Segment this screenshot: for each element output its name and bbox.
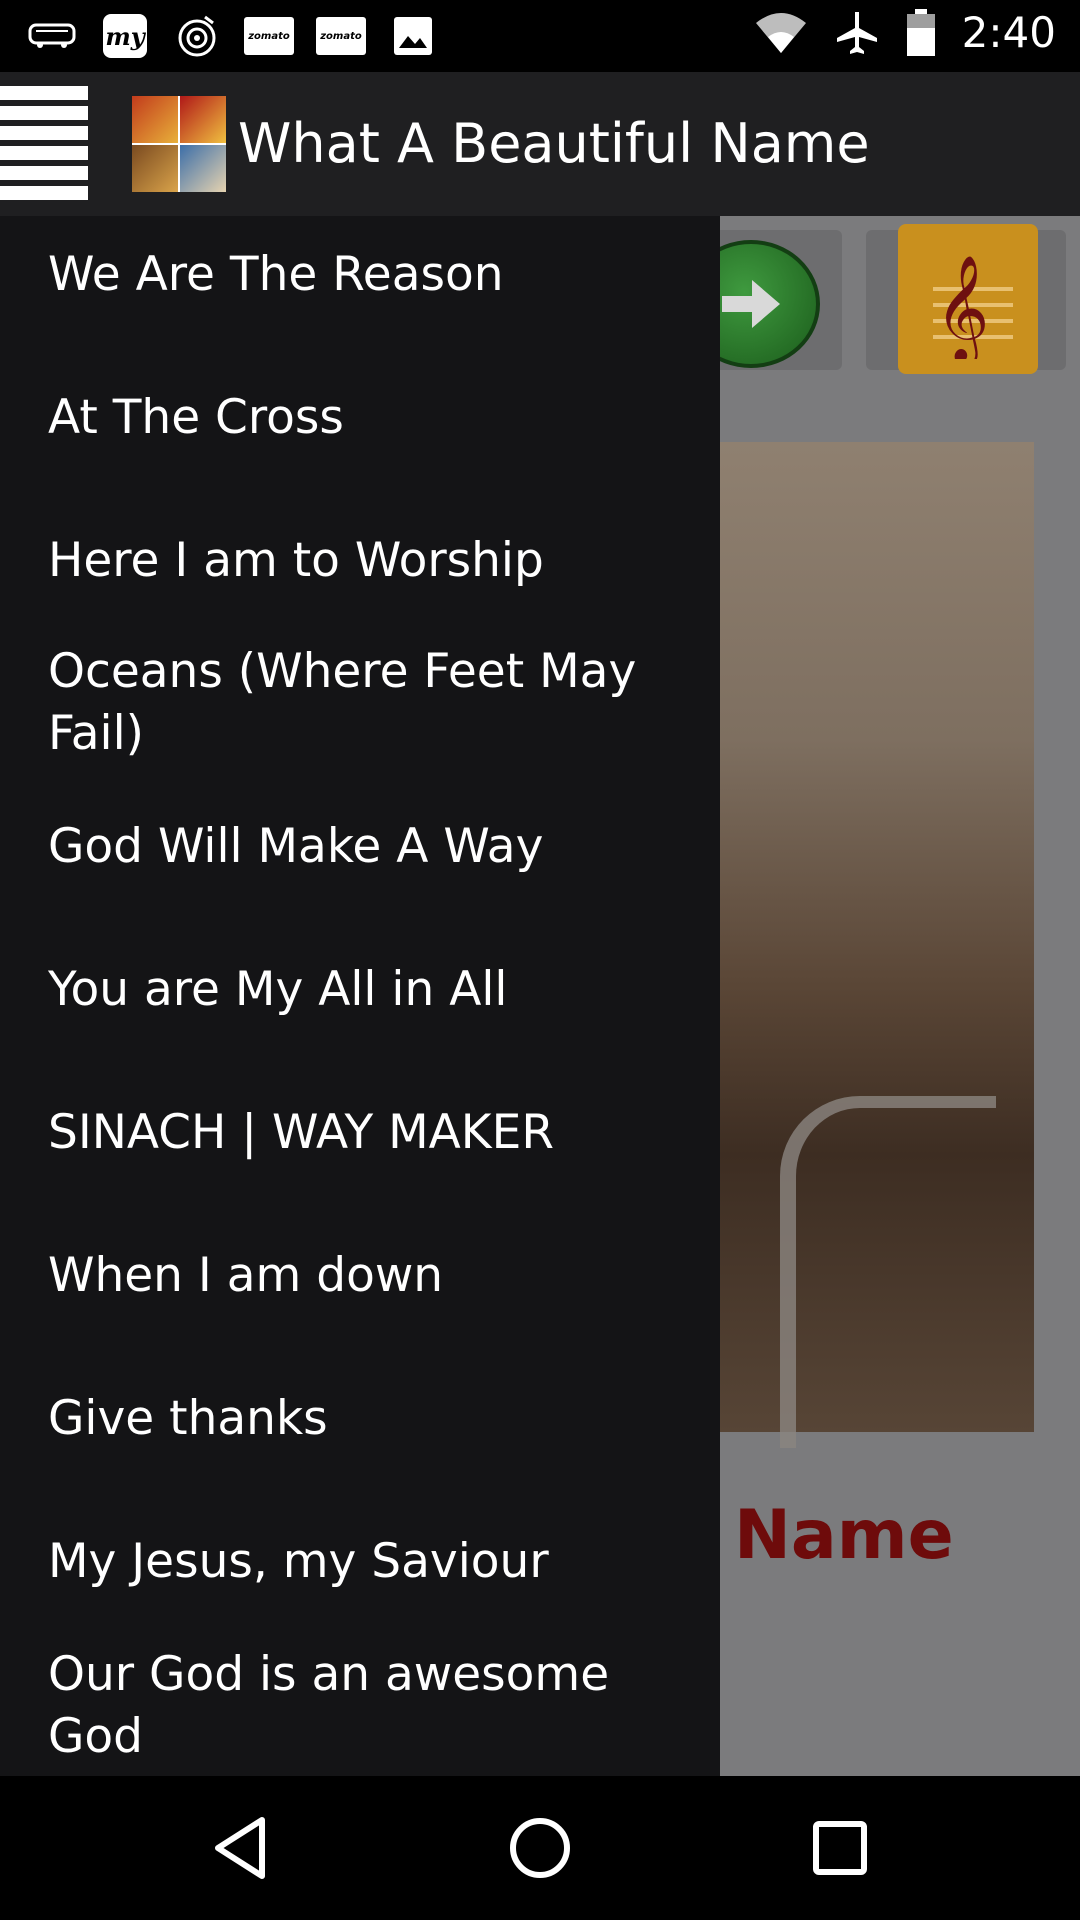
drawer-item[interactable]: My Jesus, my Saviour: [48, 1531, 688, 1593]
wifi-icon: [755, 12, 806, 53]
menu-icon[interactable]: [0, 86, 88, 202]
drawer-item[interactable]: God Will Make A Way: [48, 816, 688, 878]
my-app-icon: my: [100, 12, 150, 60]
drawer-item[interactable]: Give thanks: [48, 1388, 688, 1450]
svg-text:𝄞: 𝄞: [935, 254, 989, 359]
zomato-icon: zomato: [316, 12, 366, 60]
bus-icon: [28, 12, 78, 60]
drawer-item[interactable]: You are My All in All: [48, 959, 688, 1021]
drawer-item[interactable]: Here I am to Worship: [48, 530, 688, 592]
page-title: What A Beautiful Name: [238, 112, 870, 175]
drawer-item[interactable]: SINACH | WAY MAKER: [48, 1102, 688, 1164]
image-icon: [388, 12, 438, 60]
music-sheet-icon: 𝄞: [898, 224, 1038, 374]
app-logo: [132, 96, 226, 192]
home-icon[interactable]: [504, 1812, 576, 1884]
drawer-item[interactable]: When I am down: [48, 1245, 688, 1307]
song-image-detail: [780, 1096, 996, 1448]
recents-icon[interactable]: [804, 1812, 876, 1884]
drawer-item[interactable]: Our God is an awesome God: [48, 1644, 648, 1768]
airplane-icon: [836, 11, 877, 54]
battery-icon: [906, 8, 935, 56]
notification-icons: my zomato zomato: [28, 12, 438, 60]
drawer-item[interactable]: At The Cross: [48, 387, 688, 449]
app-bar: What A Beautiful Name: [0, 72, 1080, 216]
song-title: Name: [734, 1496, 954, 1575]
status-bar: my zomato zomato 2:40: [0, 0, 1080, 72]
navigation-bar: [0, 1776, 1080, 1920]
navigation-drawer: We Are The Reason At The Cross Here I am…: [0, 216, 720, 1776]
music-disc-icon: [172, 12, 222, 60]
clock: 2:40: [961, 8, 1056, 57]
zomato-icon: zomato: [244, 12, 294, 60]
drawer-item[interactable]: We Are The Reason: [48, 244, 688, 306]
drawer-item[interactable]: Oceans (Where Feet May Fail): [48, 641, 668, 765]
back-icon[interactable]: [204, 1812, 276, 1884]
system-icons: 2:40: [754, 8, 1056, 57]
